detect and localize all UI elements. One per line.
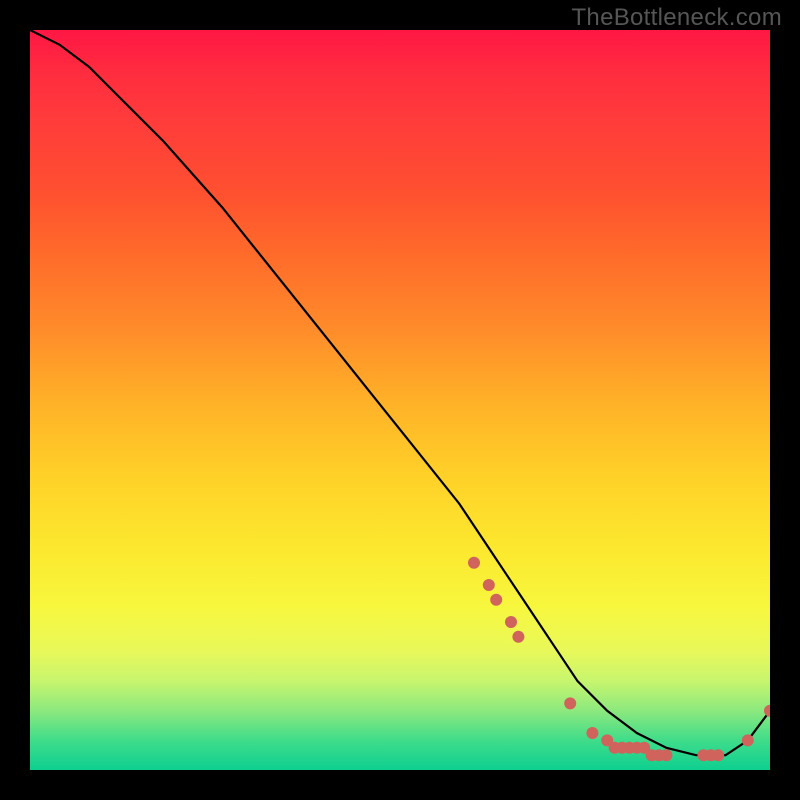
data-point [564,697,576,709]
data-point [505,616,517,628]
data-point [742,734,754,746]
data-point [712,749,724,761]
chart-frame: TheBottleneck.com [0,0,800,800]
data-point [483,579,495,591]
data-point [490,594,502,606]
watermark-text: TheBottleneck.com [571,4,782,32]
bottleneck-curve [30,30,770,755]
data-point [512,631,524,643]
data-point [586,727,598,739]
data-point [764,705,770,717]
data-points-group [468,557,770,761]
plot-area [30,30,770,770]
chart-svg [30,30,770,770]
data-point [660,749,672,761]
data-point [468,557,480,569]
